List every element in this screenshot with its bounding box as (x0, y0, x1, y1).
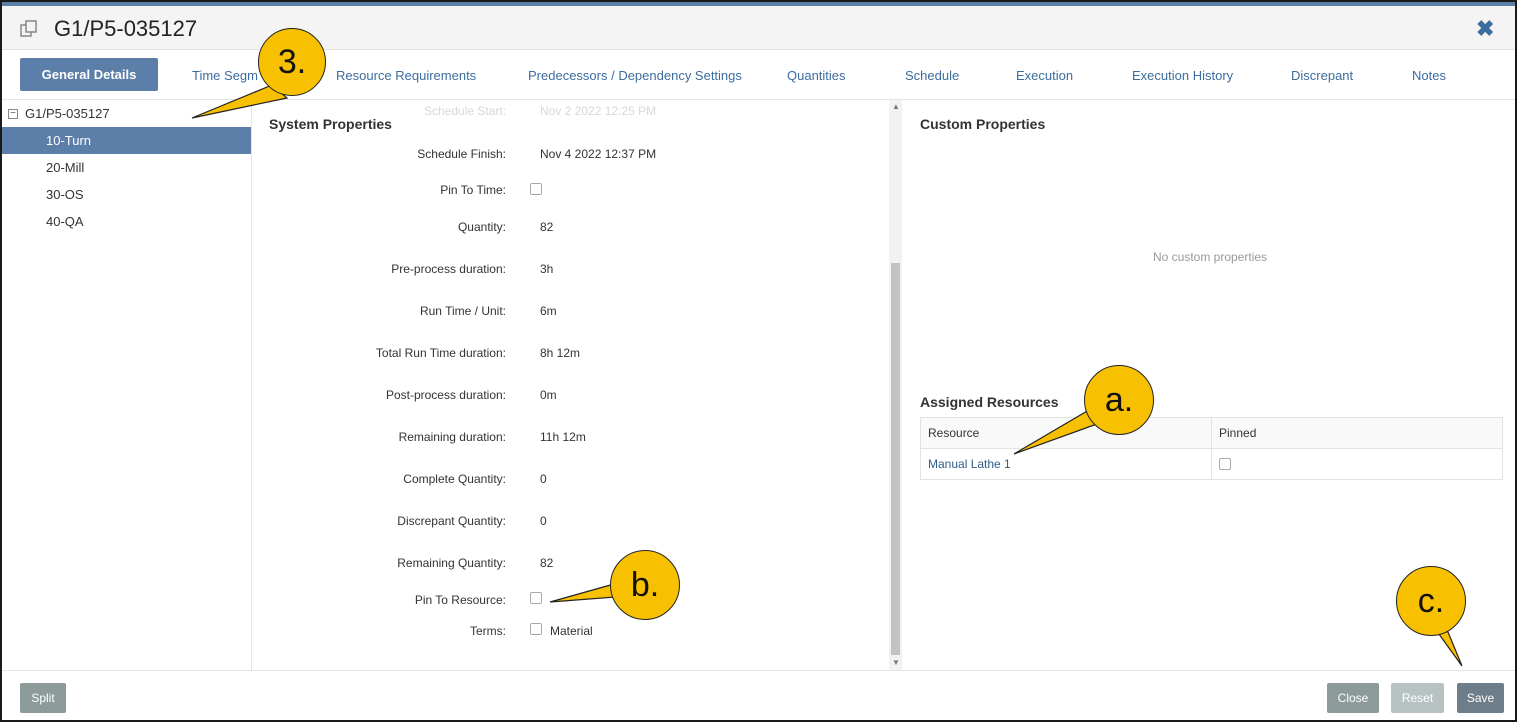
tab-execution[interactable]: Execution (1016, 68, 1073, 83)
label-terms: Terms: (470, 624, 506, 638)
column-header-resource: Resource (920, 417, 1212, 449)
value-post-process: 0m (540, 388, 557, 402)
label-run-time-unit: Run Time / Unit: (419, 304, 506, 318)
value-discrepant-quantity: 0 (540, 514, 547, 528)
scrollbar-thumb[interactable] (891, 263, 900, 655)
ghost-row-value: Nov 2 2022 12:25 PM (540, 104, 657, 118)
label-pin-to-time: Pin To Time: (440, 183, 506, 197)
label-total-run-time: Total Run Time duration: (375, 346, 506, 360)
label-pin-to-resource: Pin To Resource: (414, 593, 506, 607)
callout-3: 3. (258, 28, 326, 96)
system-properties-title: System Properties (269, 116, 392, 132)
material-label: Material (550, 624, 593, 638)
value-schedule-finish: Nov 4 2022 12:37 PM (540, 147, 657, 161)
table-row[interactable]: Manual Lathe 1 (920, 448, 1503, 480)
value-run-time-unit: 6m (540, 304, 557, 318)
tab-predecessors[interactable]: Predecessors / Dependency Settings (528, 68, 742, 83)
value-total-run-time: 8h 12m (540, 346, 581, 360)
material-checkbox[interactable] (530, 623, 542, 635)
resource-name-cell[interactable]: Manual Lathe 1 (920, 448, 1212, 480)
no-custom-properties-text: No custom properties (1153, 250, 1268, 264)
callout-a: a. (1084, 365, 1154, 435)
title-bar: G1/P5-035127 ✖ (2, 6, 1515, 50)
label-quantity: Quantity: (457, 220, 506, 234)
label-discrepant-quantity: Discrepant Quantity: (397, 514, 506, 528)
tree-item-30-os[interactable]: 30-OS (2, 181, 251, 208)
close-icon[interactable]: ✖ (1476, 16, 1494, 42)
tab-quantities[interactable]: Quantities (787, 68, 846, 83)
label-remaining-duration: Remaining duration: (398, 430, 506, 444)
callout-b: b. (610, 550, 680, 620)
table-header-row: Resource Pinned (920, 417, 1503, 449)
callout-c: c. (1396, 566, 1466, 636)
value-remaining-quantity: 82 (540, 556, 554, 570)
window-title: G1/P5-035127 (54, 16, 198, 41)
pinned-cell (1211, 448, 1503, 480)
tab-general-details[interactable]: General Details (20, 58, 158, 91)
value-quantity: 82 (540, 220, 554, 234)
tree-root-label: G1/P5-035127 (25, 106, 110, 121)
assigned-resources-table: Resource Pinned Manual Lathe 1 (920, 417, 1503, 480)
tab-time-segments[interactable]: Time Segm (192, 68, 258, 83)
label-remaining-quantity: Remaining Quantity: (397, 556, 506, 570)
operation-tree: − G1/P5-035127 10-Turn 20-Mill 30-OS 40-… (2, 100, 252, 670)
label-schedule-finish: Schedule Finish: (417, 147, 506, 161)
copy-icon (18, 18, 40, 40)
system-properties-panel: Schedule Start: Nov 2 2022 12:25 PM Syst… (252, 100, 888, 670)
tab-schedule[interactable]: Schedule (905, 68, 959, 83)
reset-button[interactable]: Reset (1391, 683, 1444, 713)
tree-item-20-mill[interactable]: 20-Mill (2, 154, 251, 181)
label-post-process: Post-process duration: (385, 388, 506, 402)
tree-item-10-turn[interactable]: 10-Turn (2, 127, 251, 154)
custom-properties-title: Custom Properties (920, 116, 1046, 132)
label-complete-quantity: Complete Quantity: (403, 472, 506, 486)
split-button[interactable]: Split (20, 683, 66, 713)
assigned-resources-title: Assigned Resources (920, 394, 1059, 410)
collapse-icon[interactable]: − (8, 108, 18, 119)
tab-notes[interactable]: Notes (1412, 68, 1446, 83)
value-pre-process: 3h (540, 262, 554, 276)
value-remaining-duration: 11h 12m (540, 430, 586, 444)
pin-to-resource-checkbox[interactable] (530, 592, 542, 604)
scroll-down-icon[interactable]: ▼ (892, 658, 900, 667)
tree-item-40-qa[interactable]: 40-QA (2, 208, 251, 235)
ghost-row-label: Schedule Start: (424, 104, 507, 118)
properties-scrollbar[interactable]: ▲ ▼ (889, 100, 902, 670)
tab-discrepant[interactable]: Discrepant (1291, 68, 1353, 83)
column-header-pinned: Pinned (1211, 417, 1503, 449)
save-button[interactable]: Save (1457, 683, 1504, 713)
tree-root[interactable]: − G1/P5-035127 (8, 106, 110, 121)
dialog-footer: Split Close Reset Save (2, 670, 1515, 720)
pin-to-time-checkbox[interactable] (530, 183, 542, 195)
tab-bar: General Details Time Segm Resource Requi… (2, 50, 1515, 100)
pinned-checkbox[interactable] (1219, 457, 1231, 470)
tab-resource-requirements[interactable]: Resource Requirements (336, 68, 476, 83)
label-pre-process: Pre-process duration: (391, 262, 506, 276)
close-button[interactable]: Close (1327, 683, 1379, 713)
tab-execution-history[interactable]: Execution History (1132, 68, 1233, 83)
dialog-window: G1/P5-035127 ✖ General Details Time Segm… (0, 0, 1517, 722)
value-complete-quantity: 0 (540, 472, 547, 486)
scroll-up-icon[interactable]: ▲ (892, 102, 900, 111)
